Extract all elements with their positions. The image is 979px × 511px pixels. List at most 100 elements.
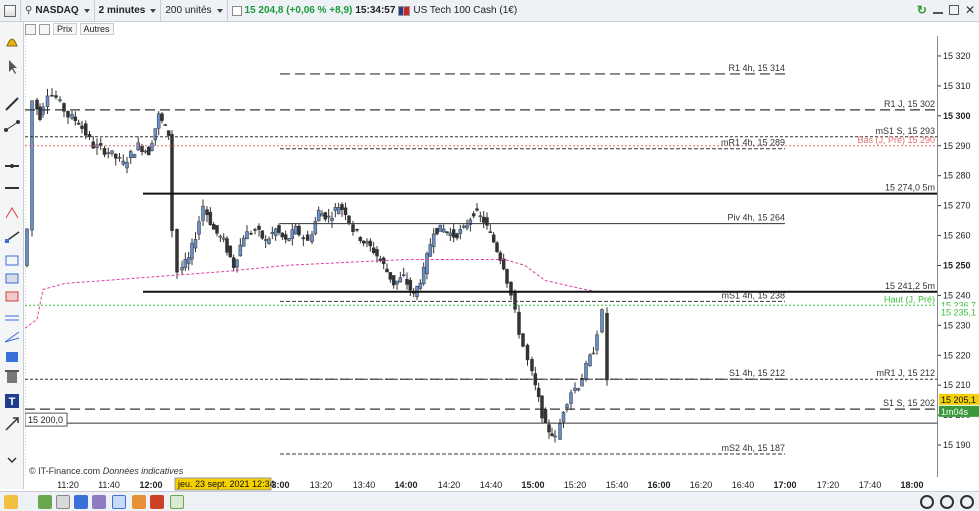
candle-body — [481, 216, 486, 223]
candle-body — [80, 125, 84, 129]
candle-body — [441, 228, 446, 233]
trend-icon[interactable] — [4, 231, 20, 243]
price-chart[interactable]: R1 4h, 15 314 R1 J, 15 302 mS1 S, 15 293 Ba… — [25, 36, 937, 477]
fibo-icon[interactable] — [5, 315, 19, 321]
candle-body — [491, 234, 496, 243]
bell-icon[interactable] — [6, 38, 18, 47]
price-tick-label: 15 260 — [943, 231, 971, 241]
flag-icon — [398, 5, 411, 16]
pencil-icon[interactable] — [4, 495, 18, 509]
minimize-button[interactable] — [932, 12, 943, 14]
time-tick-label: 16:20 — [690, 480, 713, 490]
candle-body — [488, 231, 493, 233]
candle-body — [245, 231, 249, 240]
instrument-label: NASDAQ — [35, 5, 79, 16]
chevron-down-icon — [83, 8, 90, 13]
time-tick-label: 17:40 — [859, 480, 882, 490]
compare-icon[interactable] — [56, 495, 70, 509]
candle-body — [425, 253, 429, 275]
maximize-button[interactable] — [948, 5, 959, 15]
segment-icon[interactable] — [4, 120, 20, 132]
fan-icon[interactable] — [4, 331, 20, 343]
alert-icon[interactable] — [150, 495, 164, 509]
candle-body — [543, 409, 548, 423]
candle-body — [361, 240, 366, 244]
candle-body — [558, 423, 562, 440]
rect-icon[interactable] — [5, 291, 19, 302]
fibo-icon[interactable] — [5, 273, 19, 284]
candle-body — [163, 124, 168, 126]
price-tab[interactable]: Prix — [53, 23, 77, 35]
candle-body — [550, 433, 554, 436]
level-label: S1 4h, 15 212 — [729, 368, 785, 378]
timeframe-label: 2 minutes — [98, 5, 146, 16]
chevron-down-icon[interactable] — [22, 495, 30, 509]
candle-body — [183, 259, 188, 269]
candle-body — [438, 224, 443, 232]
candle-body — [277, 225, 281, 233]
candle-body — [485, 217, 489, 226]
price-tick-label: 15 300 — [943, 111, 971, 121]
chart-type-icon[interactable] — [112, 495, 126, 509]
candle-body — [316, 209, 321, 222]
candle-body — [375, 249, 379, 257]
candle-body — [263, 239, 268, 242]
candle-body — [365, 241, 369, 244]
zoom-reset-icon[interactable] — [960, 495, 974, 509]
trash-icon[interactable] — [5, 370, 19, 383]
candle-body — [170, 134, 174, 231]
candle-body — [530, 359, 534, 372]
top-toolbar: ⚲ NASDAQ 2 minutes 200 unités 15 204,8 (… — [0, 0, 979, 22]
candle-body — [117, 157, 122, 159]
cursor-icon[interactable] — [9, 60, 17, 74]
scale-icon[interactable] — [38, 495, 52, 509]
timeframe-selector[interactable]: 2 minutes — [95, 0, 162, 22]
line-icon[interactable] — [5, 97, 19, 111]
price-tick-label: 15 230 — [943, 320, 971, 330]
candle-body — [156, 113, 161, 129]
candle-body — [584, 362, 588, 379]
chart-canvas[interactable]: R1 4h, 15 314R1 J, 15 302mS1 S, 15 293Ba… — [25, 36, 937, 477]
chart-subbar: Prix Autres — [25, 22, 114, 36]
candle-body — [431, 233, 436, 248]
channel-icon[interactable] — [5, 255, 19, 266]
time-axis[interactable]: 11:20 11:40 12:00 13:00 13:20 13:40 14:00 14:20… — [25, 477, 979, 491]
refresh-icon[interactable]: ↻ — [917, 3, 927, 17]
candle-body — [153, 128, 158, 141]
settings-icon[interactable] — [25, 23, 36, 35]
arrow-icon[interactable] — [5, 417, 19, 431]
close-button[interactable]: ✕ — [965, 4, 975, 16]
indicator-icon[interactable] — [132, 495, 146, 509]
instrument-selector[interactable]: ⚲ NASDAQ — [21, 0, 95, 22]
zoom-out-icon[interactable] — [920, 495, 934, 509]
candle-body — [451, 229, 456, 238]
candle-body — [565, 404, 569, 408]
move-icon[interactable] — [74, 495, 88, 509]
units-selector[interactable]: 200 unités — [161, 0, 228, 22]
layers-icon[interactable] — [39, 23, 50, 35]
price-tick-label: 15 250 — [943, 260, 971, 270]
copyright-icon: © — [29, 466, 36, 476]
level-label: mS1 4h, 15 238 — [721, 290, 785, 300]
pitchfork-icon[interactable] — [5, 207, 19, 219]
app-menu-button[interactable] — [0, 0, 21, 22]
zoom-in-icon[interactable] — [940, 495, 954, 509]
list-icon[interactable] — [92, 495, 106, 509]
template-icon[interactable] — [170, 495, 184, 509]
quote-icon — [231, 5, 242, 16]
chevron-down-icon[interactable] — [7, 457, 17, 464]
candle-body — [54, 95, 58, 98]
others-tab[interactable]: Autres — [79, 23, 114, 35]
gann-icon[interactable] — [6, 352, 18, 362]
level-label: Piv 4h, 15 264 — [727, 213, 785, 223]
time-tick-label: 14:40 — [480, 480, 503, 490]
level-label: mS2 4h, 15 187 — [721, 443, 785, 453]
candle-body — [211, 224, 216, 230]
text-icon[interactable]: T — [5, 394, 19, 408]
candle-body — [323, 212, 328, 220]
level-label: Haut (J, Pré) — [884, 294, 935, 304]
candle-body — [310, 234, 314, 243]
candle-body — [186, 257, 191, 264]
price-axis[interactable]: 15 320 15 310 15 300 15 290 15 280 15 270 15 2… — [937, 36, 979, 477]
hline-icon[interactable] — [5, 164, 19, 168]
